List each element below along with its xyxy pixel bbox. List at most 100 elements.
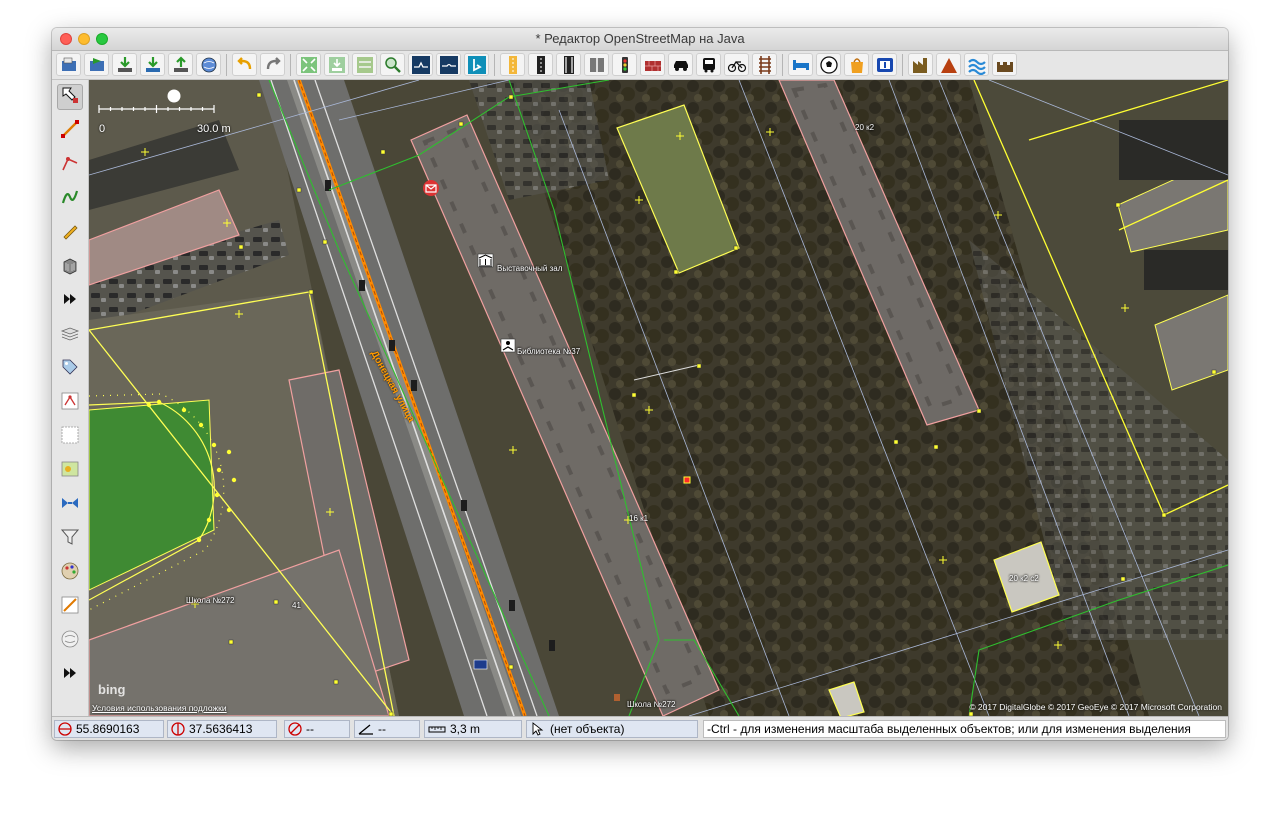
preset-car-button[interactable] (668, 53, 693, 76)
preset-info-button[interactable] (872, 53, 897, 76)
filter-panel-icon (60, 527, 80, 552)
map-paint-button[interactable] (57, 560, 83, 586)
preset-bus-button[interactable] (696, 53, 721, 76)
preset-sport-button[interactable] (816, 53, 841, 76)
way-combine-icon (439, 55, 459, 75)
preset-historic-button[interactable] (992, 53, 1017, 76)
library-label: Библиотека №37 (517, 347, 581, 356)
zoom-to-selection-button[interactable] (296, 53, 321, 76)
bing-icon (467, 55, 487, 75)
search-zoom-icon (383, 55, 403, 75)
cursor-pointer-icon (532, 722, 544, 736)
upload-button[interactable] (168, 53, 193, 76)
preset-bicycle-button[interactable] (724, 53, 749, 76)
wms-tms-icon (355, 55, 375, 75)
filter-panel-button[interactable] (57, 526, 83, 552)
improve-way-button[interactable] (57, 152, 83, 178)
distance-field: 3,3 m (424, 720, 522, 738)
notes-panel-button[interactable] (57, 628, 83, 654)
heading-value: -- (306, 722, 314, 736)
preset-road-button[interactable] (500, 53, 525, 76)
map-view[interactable]: 0 30.0 m Донецкая улица Выставочный зал … (89, 80, 1228, 716)
toolbar-separator (290, 54, 291, 76)
object-name-value: (нет объекта) (550, 722, 625, 736)
more-tools-button[interactable] (57, 288, 83, 314)
preset-road-2-icon (531, 55, 551, 75)
preset-shop-button[interactable] (844, 53, 869, 76)
undo-button[interactable] (232, 53, 257, 76)
smooth-way-icon (60, 187, 80, 212)
validation-panel-button[interactable] (57, 594, 83, 620)
tags-panel-button[interactable] (57, 356, 83, 382)
open-file-button[interactable] (56, 53, 81, 76)
pencil-draw-icon (60, 221, 80, 246)
scale-bar-start: 0 (99, 123, 106, 135)
latitude-icon (58, 722, 72, 736)
exhibition-label: Выставочный зал (497, 264, 563, 273)
more-tools-icon (60, 289, 80, 314)
preset-barrier-button[interactable] (584, 53, 609, 76)
layers-panel-button[interactable] (57, 322, 83, 348)
help-text: -Ctrl - для изменения масштаба выделенны… (707, 722, 1191, 736)
wms-tms-button[interactable] (352, 53, 377, 76)
download-along-button[interactable] (140, 53, 165, 76)
conflicts-panel-button[interactable] (57, 492, 83, 518)
preset-industrial-button[interactable] (908, 53, 933, 76)
latitude-field: 55.8690163 (54, 720, 164, 738)
download-imagery-button[interactable] (324, 53, 349, 76)
select-tool-button[interactable] (57, 84, 83, 110)
upload-icon (171, 55, 191, 75)
preferences-globe-button[interactable] (196, 53, 221, 76)
more-panels-icon (60, 663, 80, 688)
aerial-imagery[interactable] (89, 80, 1228, 716)
history-panel-icon (60, 425, 80, 450)
open-file-icon (59, 55, 79, 75)
preset-car-icon (671, 55, 691, 75)
draw-line-button[interactable] (57, 118, 83, 144)
preset-railway-icon (755, 55, 775, 75)
preset-historic-icon (995, 55, 1015, 75)
angle-icon (358, 724, 373, 735)
preset-peak-button[interactable] (936, 53, 961, 76)
download-button[interactable] (112, 53, 137, 76)
preset-wall-icon (643, 55, 663, 75)
bing-button[interactable] (464, 53, 489, 76)
preset-bus-icon (699, 55, 719, 75)
pencil-draw-button[interactable] (57, 220, 83, 246)
redo-button[interactable] (260, 53, 285, 76)
way-split-button[interactable] (408, 53, 433, 76)
imagery-panel-button[interactable] (57, 458, 83, 484)
draw-line-icon (60, 119, 80, 144)
preset-shop-icon (847, 55, 867, 75)
way-combine-button[interactable] (436, 53, 461, 76)
heading-field: -- (284, 720, 350, 738)
relations-panel-icon (60, 391, 80, 416)
smooth-way-button[interactable] (57, 186, 83, 212)
latitude-value: 55.8690163 (76, 722, 140, 736)
search-zoom-button[interactable] (380, 53, 405, 76)
house-number-label: 41 (292, 601, 301, 610)
open-location-button[interactable] (84, 53, 109, 76)
preset-traffic-light-button[interactable] (612, 53, 637, 76)
layers-panel-icon (60, 323, 80, 348)
map-paint-icon (60, 561, 80, 586)
preset-water-button[interactable] (964, 53, 989, 76)
building-16k1-label: 16 к1 (629, 514, 649, 523)
preset-industrial-icon (911, 55, 931, 75)
preset-track-button[interactable] (556, 53, 581, 76)
relations-panel-button[interactable] (57, 390, 83, 416)
preset-hotel-button[interactable] (788, 53, 813, 76)
preset-wall-button[interactable] (640, 53, 665, 76)
conflicts-panel-icon (60, 493, 80, 518)
preset-road-2-button[interactable] (528, 53, 553, 76)
school-label: Школа №272 (186, 596, 235, 605)
preset-barrier-icon (587, 55, 607, 75)
history-panel-button[interactable] (57, 424, 83, 450)
distance-value: 3,3 m (450, 722, 481, 736)
tags-panel-icon (60, 357, 80, 382)
imagery-terms-link[interactable]: Условия использования подложки (92, 703, 227, 713)
more-panels-button[interactable] (57, 662, 83, 688)
building-tool-button[interactable] (57, 254, 83, 280)
preset-railway-button[interactable] (752, 53, 777, 76)
select-tool-icon (60, 85, 80, 110)
